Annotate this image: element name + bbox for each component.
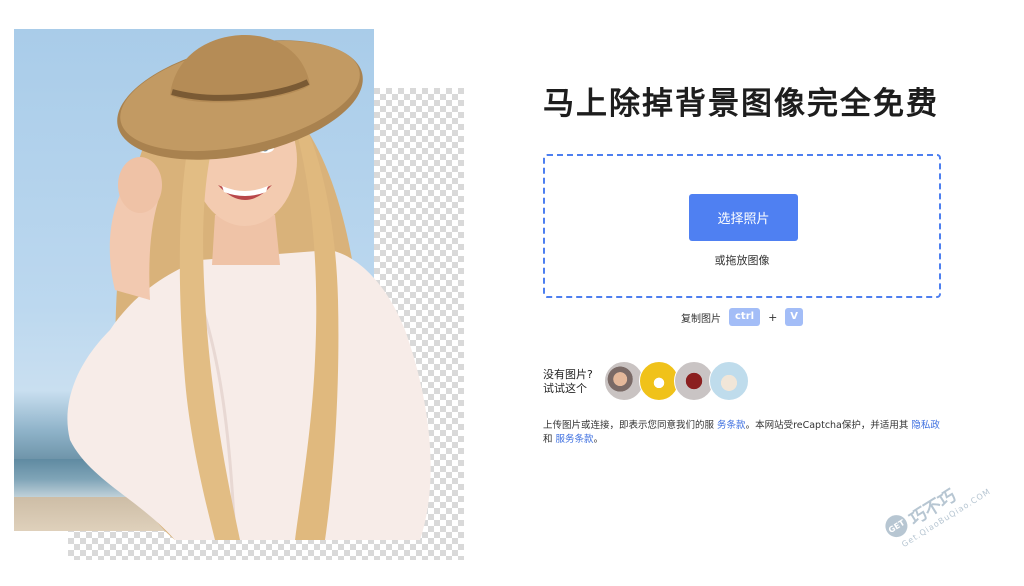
privacy-policy-link[interactable]: 隐私政 <box>911 420 940 431</box>
sample-thumb-backpack[interactable] <box>674 361 714 401</box>
ctrl-key-badge: ctrl <box>729 308 761 326</box>
terms-text-and: 和 <box>543 434 553 445</box>
v-key-badge: V <box>785 308 804 326</box>
paste-label: 复制图片 <box>681 313 721 325</box>
sample-images-label: 没有图片? 试试这个 <box>543 368 593 396</box>
woman-figure-image <box>67 35 431 541</box>
sample-label-line1: 没有图片? <box>543 368 593 381</box>
plus-sign: + <box>768 310 778 324</box>
sample-thumb-car[interactable] <box>639 361 679 401</box>
terms-notice: 上传图片或连接，即表示您同意我们的服 务条款。本网站受reCaptcha保护，并… <box>543 419 943 447</box>
sample-thumb-dog[interactable] <box>709 361 749 401</box>
terms-text-1: 上传图片或连接，即表示您同意我们的服 <box>543 420 715 431</box>
watermark: GET 巧不巧 Get.QiaoBuQiao.COM <box>859 427 1024 586</box>
sample-label-line2: 试试这个 <box>543 382 587 395</box>
upload-dropzone[interactable]: 选择照片 或拖放图像 <box>543 154 941 298</box>
service-terms-link[interactable]: 服务条款 <box>556 434 594 445</box>
terms-text-end: 。 <box>593 434 604 445</box>
terms-text-2: 。本网站受reCaptcha保护，并适用其 <box>745 420 909 431</box>
paste-shortcut-hint: 复制图片 ctrl + V <box>681 308 804 326</box>
page-title: 马上除掉背景图像完全免费 <box>543 86 939 122</box>
hero-illustration <box>0 0 470 577</box>
sample-thumb-family[interactable] <box>604 361 644 401</box>
choose-photo-button[interactable]: 选择照片 <box>689 194 798 241</box>
terms-of-service-link[interactable]: 务条款 <box>717 420 746 431</box>
drop-hint: 或拖放图像 <box>714 254 770 267</box>
sample-images-section: 没有图片? 试试这个 <box>543 360 963 404</box>
